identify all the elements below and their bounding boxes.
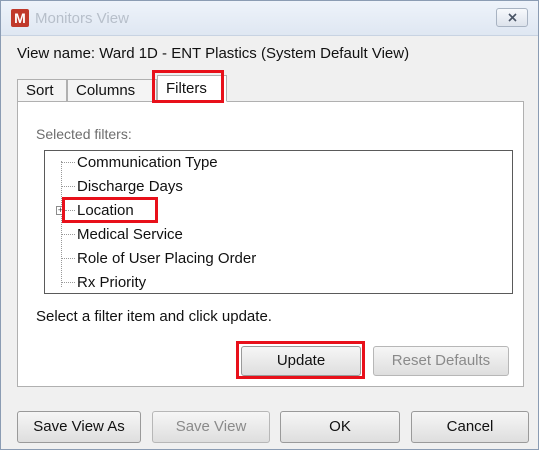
tree-branch-line — [61, 258, 75, 259]
filter-tree[interactable]: Communication Type Discharge Days + Loca… — [44, 150, 513, 294]
tree-branch-line — [61, 162, 75, 163]
tree-branch-line — [61, 282, 75, 283]
save-view-button[interactable]: Save View — [152, 411, 270, 443]
tree-item-label: Communication Type — [77, 154, 218, 171]
tree-item-label: Medical Service — [77, 226, 183, 243]
ok-button[interactable]: OK — [280, 411, 400, 443]
cancel-button[interactable]: Cancel — [411, 411, 529, 443]
close-button[interactable] — [496, 8, 528, 27]
tree-item-label: Rx Priority — [77, 274, 147, 291]
tree-item-label: Discharge Days — [77, 178, 183, 195]
view-name-label: View name: Ward 1D - ENT Plastics (Syste… — [17, 45, 410, 62]
tab-filters[interactable]: Filters — [157, 75, 227, 102]
app-logo-icon: M — [11, 9, 29, 27]
tab-columns[interactable]: Columns — [67, 79, 157, 101]
tab-sort[interactable]: Sort — [17, 79, 67, 101]
reset-defaults-button[interactable]: Reset Defaults — [373, 346, 509, 376]
window-title: Monitors View — [35, 10, 129, 27]
filter-hint-text: Select a filter item and click update. — [36, 308, 272, 325]
tree-branch-line — [61, 186, 75, 187]
title-bar: M Monitors View — [1, 1, 538, 36]
update-button[interactable]: Update — [241, 346, 361, 376]
monitors-view-dialog: M Monitors View View name: Ward 1D - ENT… — [0, 0, 539, 450]
close-icon — [508, 13, 517, 22]
tree-branch-line — [61, 234, 75, 235]
tree-item-label: Role of User Placing Order — [77, 250, 257, 267]
tree-branch-line — [65, 210, 75, 211]
expand-plus-icon[interactable]: + — [56, 206, 65, 215]
tree-connector-line — [61, 161, 62, 287]
selected-filters-label: Selected filters: — [36, 126, 132, 142]
save-view-as-button[interactable]: Save View As — [17, 411, 141, 443]
tree-item-label: Location — [77, 202, 134, 219]
filters-panel: Selected filters: Communication Type Dis… — [17, 101, 524, 387]
